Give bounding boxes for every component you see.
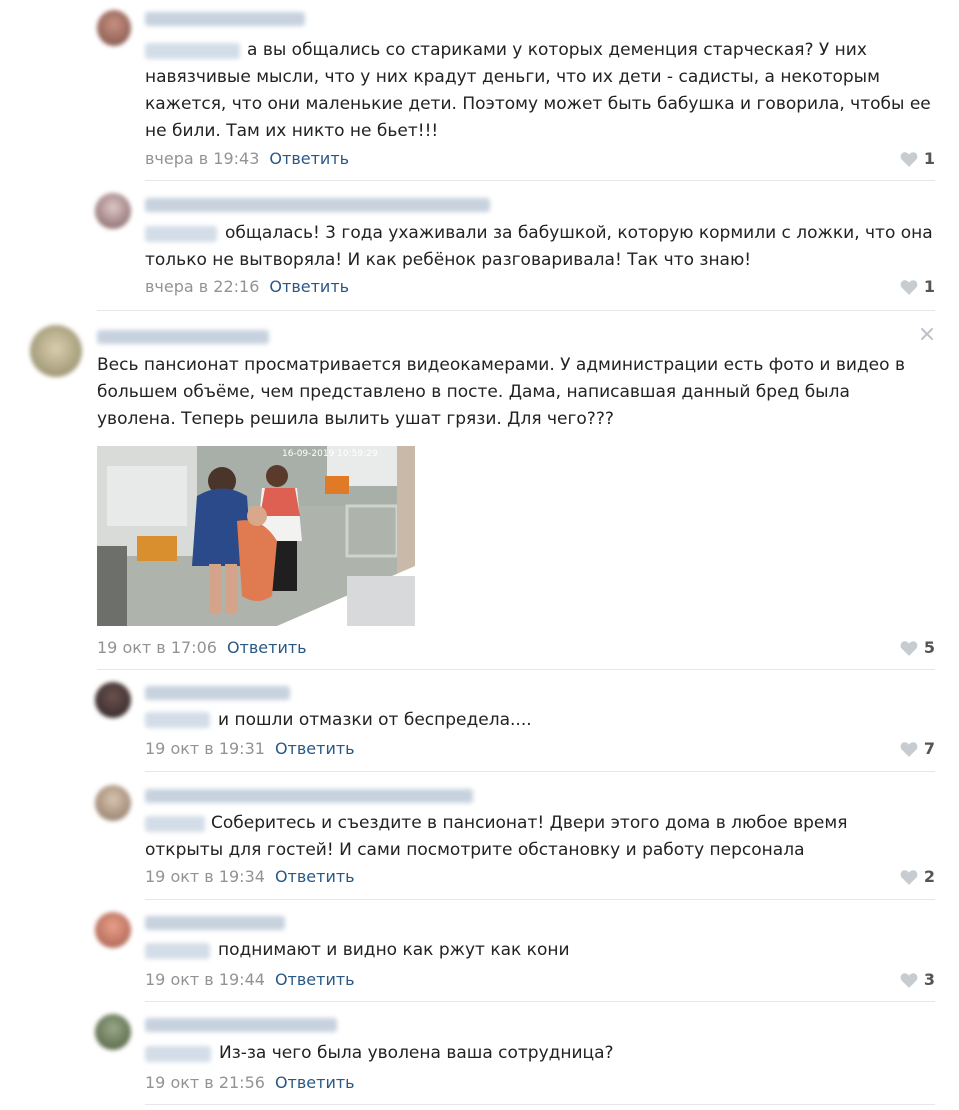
heart-icon xyxy=(900,280,918,295)
photo-timestamp: 16-09-2019 10:59:29 xyxy=(282,449,378,459)
heart-icon xyxy=(900,870,918,885)
attached-photo[interactable]: 16-09-2019 10:59:29 xyxy=(97,446,415,626)
like-button[interactable]: 1 xyxy=(900,149,935,169)
heart-icon xyxy=(900,973,918,988)
comment-meta: 19 окт в 21:56 Ответить xyxy=(145,1073,355,1093)
comment-text-line: Из-за чего была уволена ваша сотрудница? xyxy=(219,1043,614,1063)
addressee-name-blurred[interactable] xyxy=(145,1046,211,1062)
avatar[interactable] xyxy=(97,10,131,46)
addressee-name-blurred[interactable] xyxy=(145,943,210,959)
reply-link[interactable]: Ответить xyxy=(275,970,355,989)
like-button[interactable]: 7 xyxy=(900,739,935,759)
comment-date[interactable]: 19 окт в 19:31 xyxy=(145,739,265,758)
comment-text-line: Весь пансионат просматривается видеокаме… xyxy=(97,355,905,375)
avatar[interactable] xyxy=(95,193,131,229)
comment-text: только не вытворяла! И как ребёнок разго… xyxy=(145,247,751,274)
addressee-name-blurred[interactable] xyxy=(145,226,217,242)
comment-meta: 19 окт в 19:34 Ответить xyxy=(145,867,355,887)
comment-meta: вчера в 19:43 Ответить xyxy=(145,149,349,169)
avatar[interactable] xyxy=(30,325,82,377)
author-name-blurred[interactable] xyxy=(145,916,285,930)
comment-date[interactable]: 19 окт в 19:34 xyxy=(145,867,265,886)
comment-text: поднимают и видно как ржут как кони xyxy=(218,937,570,964)
avatar[interactable] xyxy=(95,912,131,948)
divider xyxy=(145,1001,935,1002)
comment-text-line: уволена. Теперь решила вылить ушат грязи… xyxy=(97,409,614,429)
comment-text-line: и пошли отмазки от беспредела.... xyxy=(218,710,532,730)
author-name-blurred[interactable] xyxy=(145,12,305,26)
divider xyxy=(97,310,935,311)
addressee-name-blurred[interactable] xyxy=(145,712,210,728)
addressee-name-blurred[interactable] xyxy=(145,43,240,59)
comment-meta: 19 окт в 19:31 Ответить xyxy=(145,739,355,759)
comment-date[interactable]: 19 окт в 21:56 xyxy=(145,1073,265,1092)
comment-date[interactable]: 19 окт в 17:06 xyxy=(97,638,217,657)
like-count: 1 xyxy=(923,149,935,168)
heart-icon xyxy=(900,641,918,656)
comment-meta: 19 окт в 19:44 Ответить xyxy=(145,970,355,990)
comment-text: навязчивые мысли, что у них крадут деньг… xyxy=(145,64,931,145)
comment-text-line: кажется, что они маленькие дети. Поэтому… xyxy=(145,94,931,114)
heart-icon xyxy=(900,742,918,757)
like-count: 3 xyxy=(923,970,935,989)
comment-text-line: поднимают и видно как ржут как кони xyxy=(218,940,570,960)
divider xyxy=(145,771,935,772)
avatar[interactable] xyxy=(95,785,131,821)
close-icon[interactable] xyxy=(919,326,935,342)
divider xyxy=(97,669,935,670)
reply-link[interactable]: Ответить xyxy=(275,1073,355,1092)
author-name-blurred[interactable] xyxy=(145,686,290,700)
comment-text: а вы общались со стариками у которых дем… xyxy=(247,37,867,64)
like-count: 7 xyxy=(923,739,935,758)
like-count: 5 xyxy=(923,638,935,657)
addressee-name-blurred[interactable] xyxy=(145,816,205,832)
reply-link[interactable]: Ответить xyxy=(269,149,349,168)
comment-text-line: только не вытворяла! И как ребёнок разго… xyxy=(145,250,752,270)
divider xyxy=(145,899,935,900)
like-count: 1 xyxy=(923,277,935,296)
comment-text: Весь пансионат просматривается видеокаме… xyxy=(97,352,905,433)
like-count: 2 xyxy=(923,867,935,886)
author-name-blurred[interactable] xyxy=(145,789,473,803)
comment-date[interactable]: 19 окт в 19:44 xyxy=(145,970,265,989)
author-name-blurred[interactable] xyxy=(97,330,269,344)
author-name-blurred[interactable] xyxy=(145,198,490,212)
cctv-photo-illustration: 16-09-2019 10:59:29 xyxy=(97,446,415,626)
comment-text-line: большем объёме, чем представлено в посте… xyxy=(97,382,850,402)
heart-icon xyxy=(900,152,918,167)
avatar[interactable] xyxy=(95,682,131,718)
comment-text-line: общалась! 3 года ухаживали за бабушкой, … xyxy=(225,223,933,243)
author-name-blurred[interactable] xyxy=(145,1018,337,1032)
comment-text-line: а вы общались со стариками у которых дем… xyxy=(247,40,867,60)
comment-text: открыты для гостей! И сами посмотрите об… xyxy=(145,837,805,864)
avatar[interactable] xyxy=(95,1014,131,1050)
divider xyxy=(145,1104,935,1105)
comment-text-line: открыты для гостей! И сами посмотрите об… xyxy=(145,840,805,860)
like-button[interactable]: 5 xyxy=(900,638,935,658)
comment-date[interactable]: вчера в 19:43 xyxy=(145,149,259,168)
reply-link[interactable]: Ответить xyxy=(269,277,349,296)
reply-link[interactable]: Ответить xyxy=(227,638,307,657)
comment-text-line: не били. Там их никто не бьет!!! xyxy=(145,121,439,141)
reply-link[interactable]: Ответить xyxy=(275,739,355,758)
comment-text: Из-за чего была уволена ваша сотрудница? xyxy=(219,1040,614,1067)
comment-meta: 19 окт в 17:06 Ответить xyxy=(97,638,307,658)
divider xyxy=(145,180,935,181)
comment-text: общалась! 3 года ухаживали за бабушкой, … xyxy=(225,220,933,247)
comment-date[interactable]: вчера в 22:16 xyxy=(145,277,259,296)
comment-text-line: навязчивые мысли, что у них крадут деньг… xyxy=(145,67,880,87)
like-button[interactable]: 1 xyxy=(900,277,935,297)
comment-meta: вчера в 22:16 Ответить xyxy=(145,277,349,297)
like-button[interactable]: 2 xyxy=(900,867,935,887)
comment-text: Соберитесь и съездите в пансионат! Двери… xyxy=(211,810,847,837)
comment-text-line: Соберитесь и съездите в пансионат! Двери… xyxy=(211,813,848,833)
like-button[interactable]: 3 xyxy=(900,970,935,990)
reply-link[interactable]: Ответить xyxy=(275,867,355,886)
comment-text: и пошли отмазки от беспредела.... xyxy=(218,707,532,734)
